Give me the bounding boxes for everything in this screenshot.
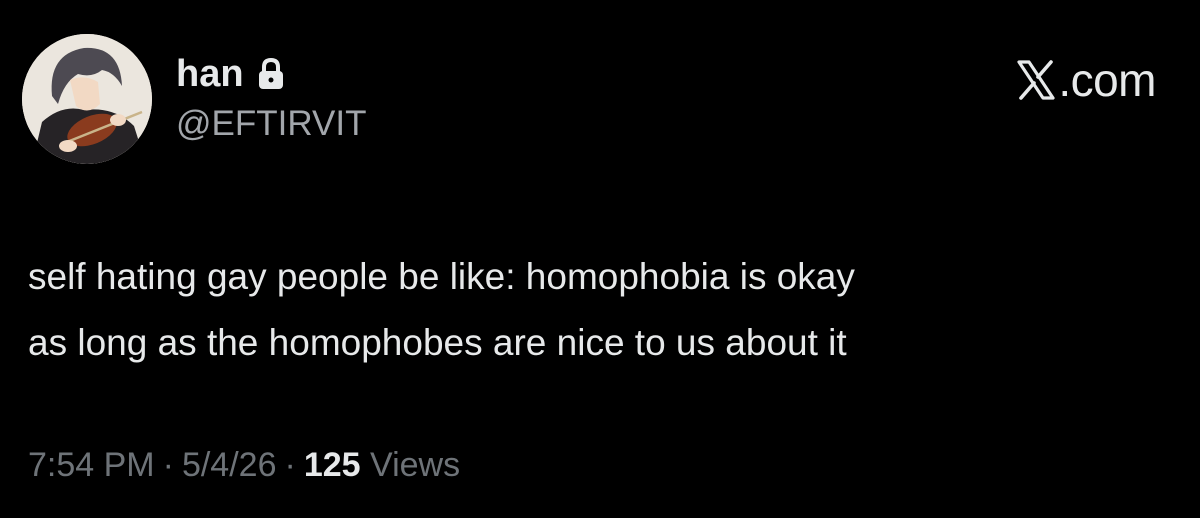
brand-text: .com (1058, 54, 1156, 106)
meta-separator: · (284, 446, 296, 484)
author-handle[interactable]: @EFTIRVIT (176, 104, 366, 144)
lock-icon (256, 57, 286, 91)
avatar-image (22, 34, 152, 164)
views-count[interactable]: 125 (304, 446, 361, 484)
views-label: Views (370, 446, 461, 484)
display-name[interactable]: han (176, 53, 244, 96)
avatar[interactable] (22, 34, 152, 164)
tweet-meta: 7:54 PM · 5/4/26 · 125 Views (28, 446, 460, 485)
meta-separator: · (162, 446, 174, 484)
tweet-line: as long as the homophobes are nice to us… (28, 322, 847, 363)
author-name-row: han (176, 52, 286, 96)
brand-watermark: .com (1016, 54, 1156, 106)
tweet-text: self hating gay people be like: homophob… (28, 244, 1178, 376)
tweet-time[interactable]: 7:54 PM (28, 446, 155, 484)
tweet-card: han @EFTIRVIT .com self hating gay peopl… (0, 0, 1200, 518)
x-logo-icon (1016, 59, 1056, 101)
tweet-line: self hating gay people be like: homophob… (28, 256, 855, 297)
tweet-date[interactable]: 5/4/26 (182, 446, 277, 484)
